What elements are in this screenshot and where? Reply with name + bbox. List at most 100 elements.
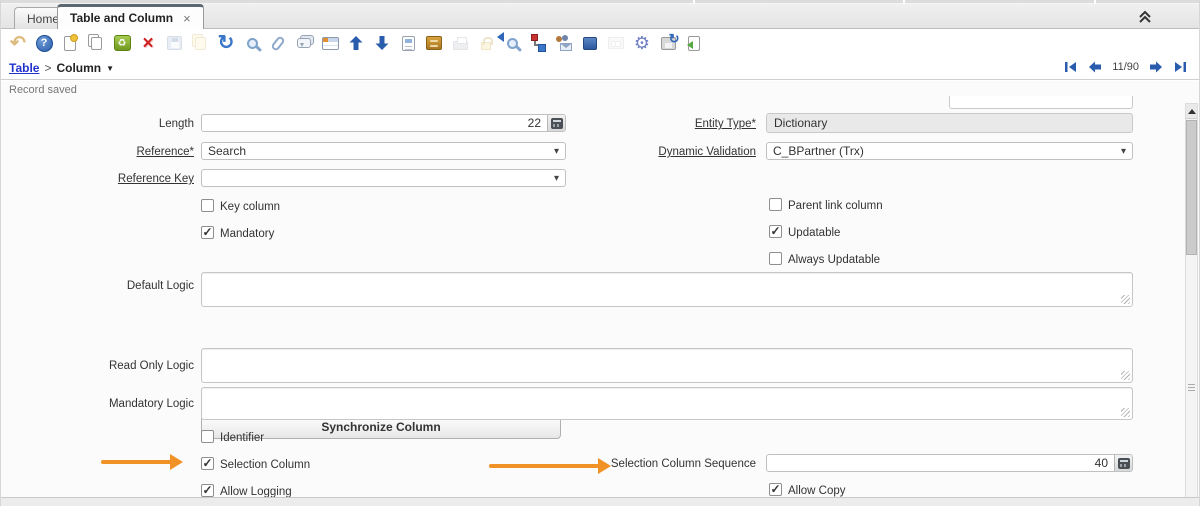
chevron-down-icon: ▾ — [554, 173, 559, 184]
tab-table-and-column[interactable]: Table and Column × — [57, 4, 204, 29]
default-logic-textarea[interactable] — [201, 272, 1133, 307]
breadcrumb-separator: > — [44, 61, 51, 75]
report-icon[interactable] — [395, 30, 421, 56]
synchronize-column-label: Synchronize Column — [321, 420, 440, 434]
workflow-icon[interactable] — [525, 30, 551, 56]
mandatory-checkbox[interactable]: ✓ — [201, 226, 214, 239]
selection-column-label: Selection Column — [220, 459, 310, 471]
tab-home-label: Home — [27, 12, 59, 26]
breadcrumb-current[interactable]: Column — [56, 61, 101, 75]
reference-label[interactable]: Reference* — [34, 146, 194, 158]
resize-grip-icon[interactable] — [1121, 295, 1130, 304]
csv-import-icon[interactable] — [681, 30, 707, 56]
scroll-up-icon[interactable] — [1186, 104, 1197, 119]
allow-copy-label: Allow Copy — [788, 485, 846, 497]
tab-close-icon[interactable]: × — [183, 11, 191, 26]
parent-link-column-checkbox[interactable] — [769, 198, 782, 211]
record-position: 11/90 — [1112, 61, 1139, 73]
detail-record-icon[interactable] — [369, 30, 395, 56]
bottom-cutoff-strip — [1, 497, 1200, 506]
scrollbar-thumb[interactable] — [1186, 120, 1197, 255]
chevron-down-icon: ▾ — [554, 146, 559, 157]
annotation-arrow-left — [101, 460, 179, 464]
breadcrumb: Table > Column ▼ — [9, 61, 114, 75]
reference-key-label[interactable]: Reference Key — [34, 173, 194, 185]
last-record-icon[interactable] — [1173, 60, 1187, 74]
resize-grip-icon[interactable] — [1121, 371, 1130, 380]
key-column-label: Key column — [220, 201, 280, 213]
chat-icon[interactable] — [291, 30, 317, 56]
identifier-checkbox[interactable] — [201, 430, 214, 443]
selection-column-sequence-input[interactable] — [766, 454, 1133, 472]
vertical-scrollbar[interactable] — [1185, 103, 1198, 506]
dynamic-validation-combo[interactable]: C_BPartner (Trx) ▾ — [766, 142, 1133, 160]
zoom-across-icon[interactable] — [499, 30, 525, 56]
read-only-logic-label: Read Only Logic — [34, 360, 194, 372]
always-updatable-checkbox[interactable] — [769, 252, 782, 265]
entity-type-field: Dictionary — [766, 113, 1133, 133]
length-input[interactable] — [201, 114, 566, 132]
collapse-chevron-icon[interactable] — [1137, 9, 1153, 25]
next-record-icon[interactable] — [1149, 60, 1163, 74]
default-logic-label: Default Logic — [34, 280, 194, 292]
new-record-icon[interactable] — [57, 30, 83, 56]
record-navigation: 11/90 — [1064, 60, 1187, 74]
resize-grip-icon[interactable] — [1121, 408, 1130, 417]
tab-bar: Home Table and Column × — [1, 4, 1200, 29]
save-icon — [161, 30, 187, 56]
selection-column-checkbox[interactable]: ✓ — [201, 457, 214, 470]
copy-record-icon[interactable] — [83, 30, 109, 56]
partial-field-cutoff — [949, 96, 1133, 109]
updatable-label: Updatable — [788, 227, 840, 239]
breadcrumb-row: Table > Column ▼ 11/90 — [1, 57, 1200, 80]
status-message: Record saved — [9, 84, 77, 96]
print-icon — [447, 30, 473, 56]
customize-icon[interactable]: ⚙ — [629, 30, 655, 56]
attachment-icon[interactable] — [265, 30, 291, 56]
requests-icon[interactable] — [551, 30, 577, 56]
scrollbar-grip-icon — [1188, 384, 1195, 391]
delete-selection-icon[interactable]: × — [135, 30, 161, 56]
chevron-down-icon: ▾ — [1121, 146, 1126, 157]
dynamic-validation-label[interactable]: Dynamic Validation — [596, 146, 756, 158]
reference-key-combo[interactable]: ▾ — [201, 169, 566, 187]
parent-record-icon[interactable] — [343, 30, 369, 56]
entity-type-label[interactable]: Entity Type* — [596, 118, 756, 130]
read-only-logic-textarea[interactable] — [201, 348, 1133, 383]
ignore-changes-icon[interactable]: ↶ — [5, 30, 31, 56]
delete-record-icon[interactable]: ♻ — [109, 30, 135, 56]
toolbar: ↶ ? ♻ × ↻ ⚙ ↻ — [1, 29, 1200, 57]
export-data-icon[interactable]: ↻ — [655, 30, 681, 56]
parent-link-column-label: Parent link column — [788, 200, 883, 212]
key-column-checkbox[interactable] — [201, 199, 214, 212]
first-record-icon[interactable] — [1064, 60, 1078, 74]
previous-record-icon[interactable] — [1088, 60, 1102, 74]
requery-icon[interactable]: ↻ — [213, 30, 239, 56]
always-updatable-label: Always Updatable — [788, 254, 880, 266]
find-icon[interactable] — [239, 30, 265, 56]
help-icon[interactable]: ? — [31, 30, 57, 56]
form-area: Length Entity Type* Dictionary Reference… — [1, 99, 1200, 497]
mandatory-logic-textarea[interactable] — [201, 387, 1133, 420]
length-label: Length — [34, 118, 194, 130]
product-info-icon[interactable] — [577, 30, 603, 56]
window-icon — [603, 30, 629, 56]
breadcrumb-table-link[interactable]: Table — [9, 61, 39, 75]
length-calculator-icon[interactable] — [547, 115, 565, 131]
window: Home Table and Column × ↶ ? ♻ × ↻ — [0, 0, 1200, 506]
save-create-new-icon — [187, 30, 213, 56]
reference-combo[interactable]: Search ▾ — [201, 142, 566, 160]
allow-copy-checkbox[interactable]: ✓ — [769, 483, 782, 496]
archive-icon[interactable] — [421, 30, 447, 56]
reference-value: Search — [208, 144, 246, 158]
annotation-arrow-right — [489, 464, 607, 468]
tab-active-label: Table and Column — [70, 11, 173, 25]
mandatory-logic-label: Mandatory Logic — [34, 398, 194, 410]
mandatory-label: Mandatory — [220, 228, 274, 240]
sequence-calculator-icon[interactable] — [1114, 455, 1132, 471]
updatable-checkbox[interactable]: ✓ — [769, 225, 782, 238]
allow-logging-checkbox[interactable]: ✓ — [201, 484, 214, 497]
breadcrumb-caret-icon[interactable]: ▼ — [106, 64, 114, 73]
toggle-grid-icon[interactable] — [317, 30, 343, 56]
dynamic-validation-value: C_BPartner (Trx) — [773, 144, 864, 158]
